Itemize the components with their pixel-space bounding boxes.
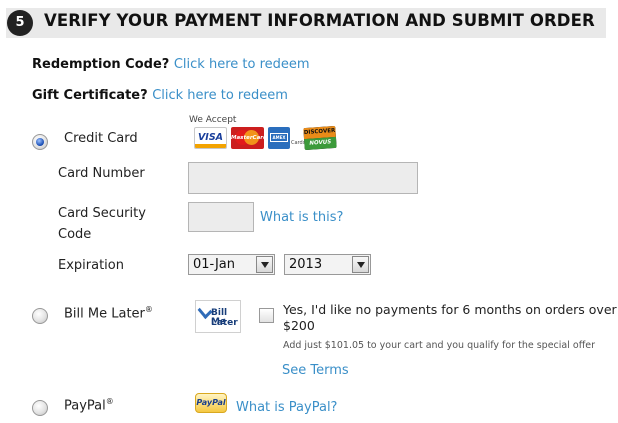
bill-me-later-note: Add just $101.05 to your cart and you qu… bbox=[283, 340, 596, 351]
card-number-input[interactable] bbox=[188, 162, 418, 194]
bill-me-later-label: Bill Me Later® bbox=[64, 305, 153, 322]
paypal-label: PayPal® bbox=[64, 397, 114, 414]
security-code-label-line1: Card Security bbox=[58, 206, 146, 221]
amex-cards-caption: Cards bbox=[291, 140, 306, 146]
expiration-month-select[interactable]: 01-Jan bbox=[188, 254, 275, 275]
step-number-badge: 5 bbox=[7, 10, 33, 36]
visa-logo-icon: VISA bbox=[194, 127, 227, 149]
expiration-label: Expiration bbox=[58, 258, 124, 273]
bill-me-later-radio[interactable] bbox=[32, 308, 48, 324]
bill-me-later-offer-line2: $200 bbox=[283, 318, 315, 333]
redemption-label: Redemption Code? bbox=[32, 57, 170, 72]
expiration-year-value: 2013 bbox=[289, 257, 323, 272]
expiration-month-value: 01-Jan bbox=[193, 257, 235, 272]
chevron-down-icon[interactable] bbox=[352, 256, 369, 273]
what-is-paypal-link[interactable]: What is PayPal? bbox=[236, 400, 337, 415]
gift-certificate-row: Gift Certificate? Click here to redeem bbox=[32, 88, 288, 103]
paypal-logo-icon: PayPal bbox=[195, 393, 227, 413]
security-code-input[interactable] bbox=[188, 202, 254, 232]
section-title: VERIFY YOUR PAYMENT INFORMATION AND SUBM… bbox=[44, 11, 595, 30]
expiration-year-select[interactable]: 2013 bbox=[284, 254, 371, 275]
bill-me-later-offer-line1: Yes, I'd like no payments for 6 months o… bbox=[283, 302, 617, 317]
gift-certificate-label: Gift Certificate? bbox=[32, 88, 148, 103]
discover-logo-icon: DISCOVER NOVUS bbox=[303, 125, 337, 151]
bill-me-later-checkbox[interactable] bbox=[259, 308, 274, 323]
gift-certificate-link[interactable]: Click here to redeem bbox=[152, 88, 288, 103]
security-code-label-line2: Code bbox=[58, 227, 92, 242]
redemption-link[interactable]: Click here to redeem bbox=[174, 57, 310, 72]
amex-logo-icon: AMEX bbox=[268, 127, 290, 149]
we-accept-label: We Accept bbox=[189, 115, 237, 125]
card-number-label: Card Number bbox=[58, 166, 145, 181]
paypal-radio[interactable] bbox=[32, 400, 48, 416]
credit-card-label: Credit Card bbox=[64, 131, 138, 146]
bill-me-later-logo-icon: Bill Me Later bbox=[195, 300, 241, 333]
redemption-row: Redemption Code? Click here to redeem bbox=[32, 57, 310, 72]
chevron-down-icon[interactable] bbox=[256, 256, 273, 273]
mastercard-logo-icon: MasterCard bbox=[231, 127, 264, 149]
see-terms-link[interactable]: See Terms bbox=[282, 363, 349, 378]
what-is-this-link[interactable]: What is this? bbox=[260, 210, 343, 225]
credit-card-radio[interactable] bbox=[32, 134, 48, 150]
